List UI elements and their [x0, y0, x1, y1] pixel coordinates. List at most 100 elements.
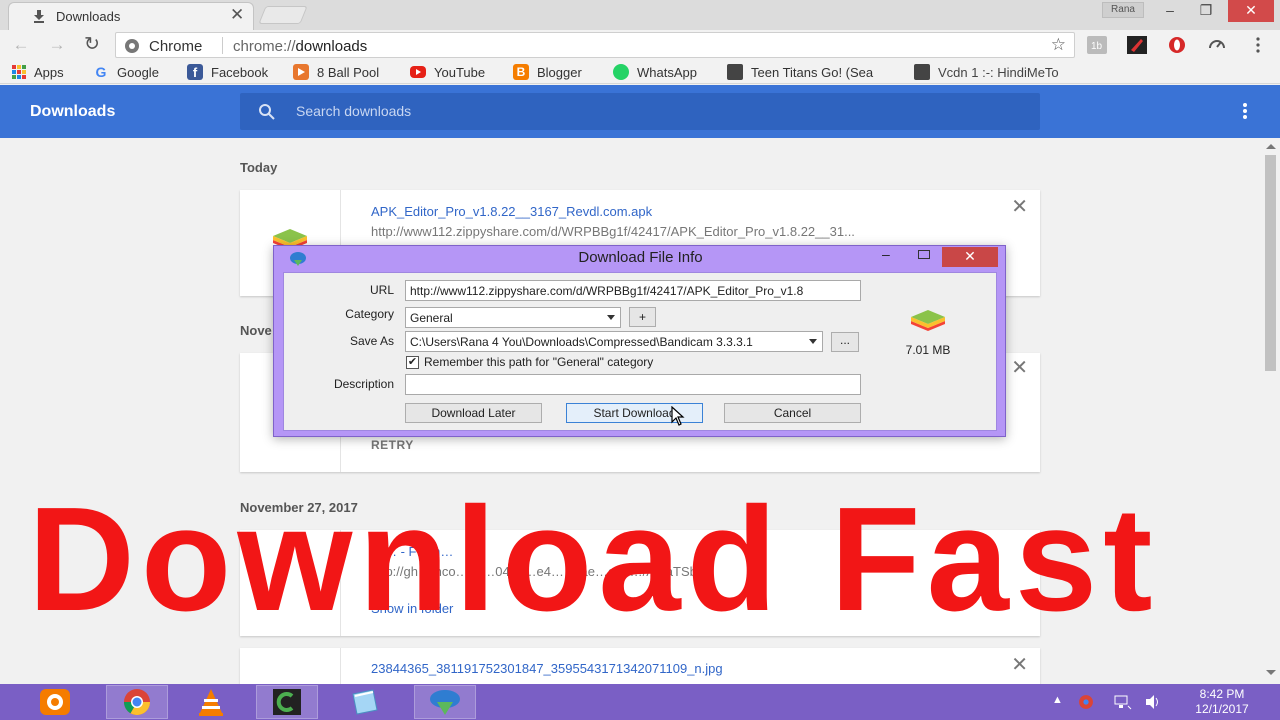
idm-icon[interactable]	[414, 685, 476, 719]
description-field[interactable]	[405, 374, 861, 395]
camtasia-icon[interactable]	[256, 685, 318, 719]
notepad-icon[interactable]	[334, 685, 396, 719]
bookmarks-bar: Apps G Google f Facebook 8 Ball Pool You…	[0, 60, 1280, 84]
dialog-close-button[interactable]: ✕	[942, 247, 998, 267]
cancel-button[interactable]: Cancel	[724, 403, 861, 423]
remove-download-icon[interactable]: ✕	[1011, 652, 1028, 677]
profile-button[interactable]: Rana	[1102, 2, 1144, 18]
back-button[interactable]: ←	[10, 35, 32, 55]
extension-1b-icon[interactable]: 1b	[1086, 34, 1108, 56]
category-label: Category	[345, 307, 394, 321]
page-scrollbar[interactable]	[1262, 138, 1280, 684]
scroll-down-arrow-icon[interactable]	[1266, 670, 1276, 675]
bookmark-vcdn[interactable]: Vcdn 1 :-: HindiMeTo	[914, 63, 1059, 81]
remove-download-icon[interactable]: ✕	[1011, 194, 1028, 219]
search-input[interactable]	[296, 101, 996, 121]
tab-close-icon[interactable]: ✕	[230, 5, 244, 25]
search-box[interactable]	[240, 93, 1040, 130]
remove-download-icon[interactable]: ✕	[1011, 355, 1028, 380]
bookmark-whatsapp[interactable]: WhatsApp	[613, 63, 697, 81]
google-icon: G	[95, 64, 107, 80]
browser-toolbar: ← → ↻ Chrome chrome://downloads ☆ 1b	[0, 30, 1280, 60]
tray-network-icon[interactable]	[1114, 694, 1132, 713]
whatsapp-icon	[613, 64, 629, 80]
tray-expand-icon[interactable]: ▲	[1052, 694, 1063, 706]
bookmark-teen-titans[interactable]: Teen Titans Go! (Sea	[727, 63, 873, 81]
minimize-button[interactable]: –	[1150, 0, 1190, 22]
download-filename-link[interactable]: 23844365_381191752301847_359554317134207…	[371, 661, 723, 676]
dialog-minimize-button[interactable]: –	[882, 246, 890, 262]
browser-titlebar: Downloads ✕ Rana – ❐ ✕	[0, 0, 1280, 30]
save-as-label: Save As	[349, 334, 394, 348]
extension-flash-icon[interactable]	[1126, 34, 1148, 56]
address-bar[interactable]: Chrome chrome://downloads ☆	[115, 32, 1075, 58]
omnibox-url: chrome://downloads	[233, 38, 368, 55]
site-icon	[914, 64, 930, 80]
search-icon	[259, 104, 275, 120]
windows-taskbar: ▲ 8:42 PM 12/1/2017	[0, 684, 1280, 720]
download-later-button[interactable]: Download Later	[405, 403, 542, 423]
overlay-caption: Download Fast	[28, 477, 1159, 642]
page-title: Downloads	[30, 103, 116, 120]
bookmark-youtube[interactable]: YouTube	[410, 63, 485, 81]
clock-time: 8:42 PM	[1199, 687, 1245, 701]
vlc-icon[interactable]	[180, 685, 242, 719]
retry-button[interactable]: RETRY	[371, 438, 414, 452]
svg-text:1b: 1b	[1091, 41, 1103, 52]
extension-opera-icon[interactable]	[1166, 34, 1188, 56]
new-tab-button[interactable]	[258, 6, 308, 24]
apps-grid-icon	[12, 65, 26, 79]
category-select[interactable]: General	[405, 307, 621, 328]
clock-date: 12/1/2017	[1195, 702, 1249, 716]
dialog-maximize-button[interactable]	[918, 250, 930, 259]
chrome-icon[interactable]	[106, 685, 168, 719]
bookmark-apps[interactable]: Apps	[12, 63, 64, 81]
scrollbar-thumb[interactable]	[1265, 155, 1276, 371]
url-field[interactable]: http://www112.zippyshare.com/d/WRPBBg1f/…	[405, 280, 861, 301]
chrome-page-icon	[125, 39, 139, 53]
8-ball-pool-icon	[293, 64, 309, 80]
file-icon-column	[240, 648, 341, 688]
downloads-header: Downloads	[0, 85, 1280, 138]
facebook-icon: f	[187, 64, 203, 80]
bookmark-star-icon[interactable]: ☆	[1051, 35, 1066, 55]
chevron-down-icon	[607, 315, 615, 320]
chevron-down-icon	[809, 339, 817, 344]
mouse-cursor-icon	[671, 406, 685, 426]
bluestacks-file-icon	[911, 310, 945, 331]
download-file-info-dialog: Download File Info – ✕ URL http://www112…	[273, 245, 1006, 437]
extension-speed-icon[interactable]	[1206, 34, 1228, 56]
chrome-menu-icon[interactable]	[1247, 34, 1269, 56]
download-source-url[interactable]: http://www112.zippyshare.com/d/WRPBBg1f/…	[371, 224, 855, 239]
add-category-button[interactable]: +	[629, 307, 656, 327]
close-window-button[interactable]: ✕	[1228, 0, 1274, 22]
tab-title: Downloads	[56, 9, 121, 24]
browse-button[interactable]: ...	[831, 332, 859, 352]
bookmark-facebook[interactable]: f Facebook	[187, 63, 268, 81]
more-options-icon[interactable]	[1236, 101, 1254, 123]
remember-path-checkbox[interactable]: ✔	[406, 356, 419, 369]
date-header: Today	[240, 160, 278, 175]
maximize-button[interactable]: ❐	[1186, 0, 1226, 22]
taskbar-clock[interactable]: 8:42 PM 12/1/2017	[1180, 687, 1264, 717]
download-icon	[34, 10, 44, 23]
tray-chrome-icon[interactable]	[1078, 694, 1094, 713]
youtube-icon	[410, 66, 426, 78]
blogger-icon: B	[513, 64, 529, 80]
site-icon	[727, 64, 743, 80]
bookmark-google[interactable]: G Google	[93, 63, 159, 81]
bookmark-8-ball-pool[interactable]: 8 Ball Pool	[293, 63, 379, 81]
reload-button[interactable]: ↻	[81, 35, 103, 55]
description-label: Description	[333, 377, 394, 391]
uc-browser-icon[interactable]	[24, 685, 86, 719]
file-size: 7.01 MB	[905, 343, 951, 357]
download-filename-link[interactable]: APK_Editor_Pro_v1.8.22__3167_Revdl.com.a…	[371, 204, 652, 219]
url-label: URL	[369, 283, 394, 297]
omnibox-separator	[222, 37, 223, 54]
bookmark-blogger[interactable]: B Blogger	[513, 63, 582, 81]
save-as-select[interactable]: C:\Users\Rana 4 You\Downloads\Compressed…	[405, 331, 823, 352]
tray-volume-icon[interactable]	[1144, 694, 1162, 713]
scroll-up-arrow-icon[interactable]	[1266, 144, 1276, 149]
tab-downloads[interactable]: Downloads ✕	[8, 2, 254, 30]
forward-button[interactable]: →	[46, 35, 68, 55]
